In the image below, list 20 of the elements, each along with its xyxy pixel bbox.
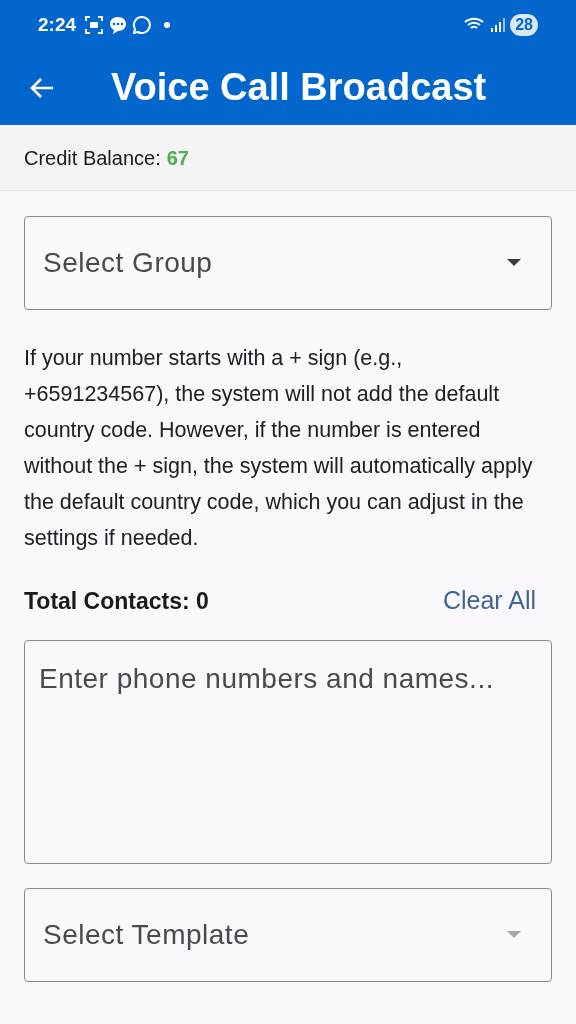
dropdown-placeholder: Select Group <box>43 246 213 280</box>
battery-indicator: 28 <box>510 14 538 36</box>
dropdown[interactable]: Select Group <box>24 216 552 310</box>
chat-icon <box>132 15 153 35</box>
screenshot-icon <box>84 15 105 35</box>
info-paragraph: If your number starts with a + sign (e.g., +6591234567), the system will not add the default country code. However, if the number is entered without the + sign, the system will automatically apply the default country code, which you can adjust in the settings if needed. <box>24 345 534 552</box>
phone-numbers-field[interactable]: Enter phone numbers and names... <box>24 639 552 864</box>
status-time: 2:24 <box>38 12 77 37</box>
caret-icon <box>507 259 521 267</box>
app-title: Voice Call Broadcast <box>111 65 487 110</box>
dot-icon <box>164 22 171 28</box>
total-contacts: Total Contacts: 0 <box>24 586 209 616</box>
signal-icon <box>490 17 507 33</box>
credit-label: Credit Balance: <box>24 145 161 171</box>
message-icon <box>108 15 129 35</box>
back-arrow-icon[interactable] <box>29 76 55 99</box>
credit-value: 67 <box>166 145 189 171</box>
caret-icon <box>507 930 521 939</box>
dropdown-placeholder: Select Template <box>43 917 250 952</box>
clear-all-link[interactable]: Clear All <box>442 582 536 620</box>
